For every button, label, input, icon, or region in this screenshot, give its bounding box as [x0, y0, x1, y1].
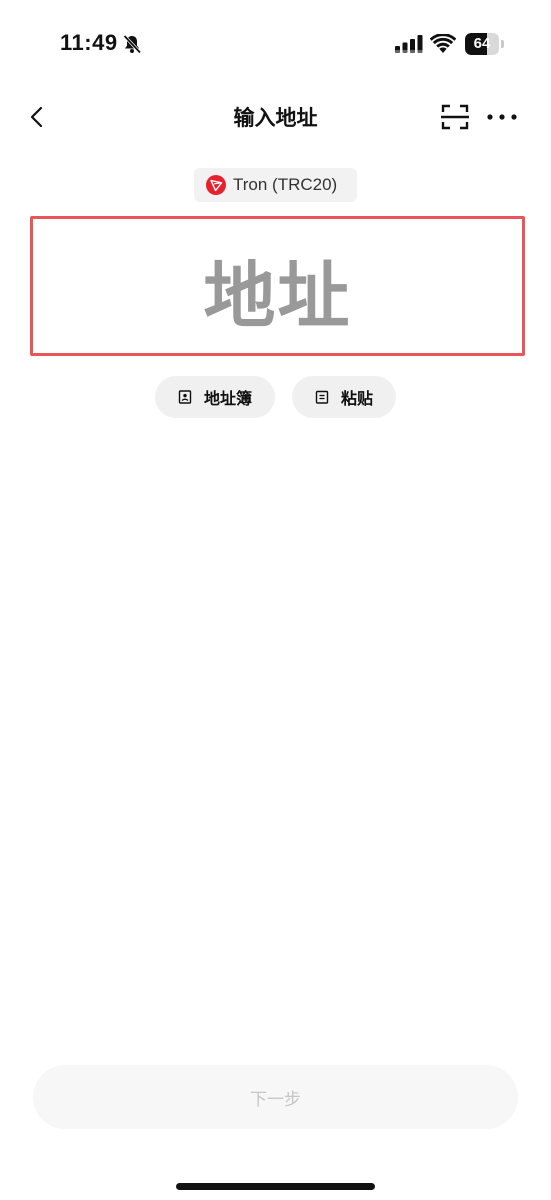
address-book-label: 地址簿	[203, 389, 252, 408]
address-input-page: 11:49 64 输入地址 Tron (TRC20) 地址 地址簿 粘贴 下一步	[0, 0, 551, 1200]
network-selector[interactable]: Tron (TRC20)	[194, 168, 357, 202]
bell-off-icon	[123, 34, 142, 54]
next-button[interactable]: 下一步	[33, 1065, 518, 1129]
home-indicator[interactable]	[176, 1183, 375, 1190]
paste-label: 粘贴	[340, 389, 373, 408]
clipboard-icon	[315, 390, 329, 404]
address-input[interactable]: 地址	[30, 216, 525, 356]
battery-percent: 64	[473, 35, 491, 52]
scan-icon	[441, 104, 469, 130]
more-icon	[487, 114, 517, 120]
status-bar: 11:49 64	[0, 0, 551, 90]
status-time: 11:49	[60, 30, 118, 55]
battery-icon: 64	[465, 33, 505, 55]
signal-icon	[395, 35, 423, 53]
address-book-button[interactable]: 地址簿	[155, 376, 275, 418]
tron-icon	[206, 175, 226, 195]
next-label: 下一步	[250, 1089, 301, 1110]
wifi-icon	[430, 34, 456, 53]
address-placeholder: 地址	[203, 253, 352, 338]
more-button[interactable]	[486, 106, 518, 128]
scan-button[interactable]	[441, 104, 469, 130]
nav-bar: 输入地址	[0, 88, 551, 144]
address-book-icon	[178, 390, 192, 404]
network-label: Tron (TRC20)	[233, 175, 338, 194]
paste-button[interactable]: 粘贴	[292, 376, 396, 418]
